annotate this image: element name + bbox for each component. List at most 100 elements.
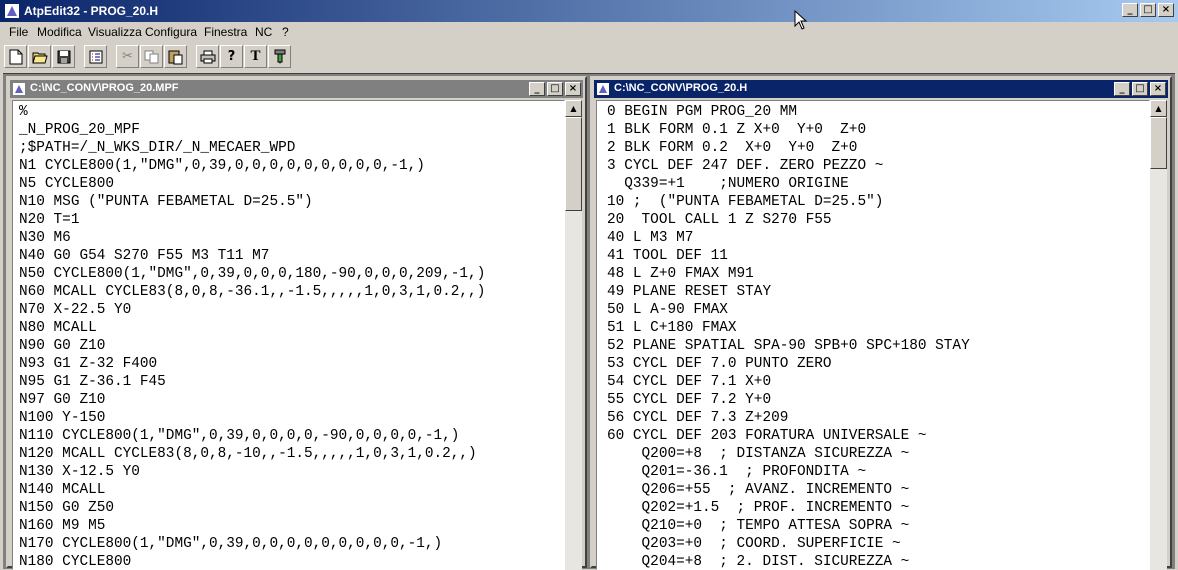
- code-line[interactable]: Q200=+8 ; DISTANZA SICUREZZA ~: [607, 445, 1149, 463]
- code-line[interactable]: N100 Y-150: [19, 409, 564, 427]
- code-line[interactable]: N1 CYCLE800(1,"DMG",0,39,0,0,0,0,0,0,0,0…: [19, 157, 564, 175]
- code-line[interactable]: 41 TOOL DEF 11: [607, 247, 1149, 265]
- code-line[interactable]: N60 MCALL CYCLE83(8,0,8,-36.1,,-1.5,,,,,…: [19, 283, 564, 301]
- code-line[interactable]: N30 M6: [19, 229, 564, 247]
- editor-title-bar[interactable]: C:\NC_CONV\PROG_20.MPF _ □ ×: [10, 80, 583, 98]
- maximize-button[interactable]: □: [1132, 82, 1148, 96]
- code-line[interactable]: N10 MSG ("PUNTA FEBAMETAL D=25.5"): [19, 193, 564, 211]
- code-editor[interactable]: % _N_PROG_20_MPF ;$PATH=/_N_WKS_DIR/_N_MEC…: [12, 100, 565, 570]
- code-line[interactable]: N90 G0 Z10: [19, 337, 564, 355]
- open-folder-icon[interactable]: [28, 45, 51, 68]
- toolbar: ✂ ? T: [4, 45, 292, 71]
- close-button[interactable]: ×: [1158, 3, 1174, 17]
- tool-icon[interactable]: [268, 45, 291, 68]
- code-line[interactable]: N160 M9 M5: [19, 517, 564, 535]
- code-line[interactable]: N50 CYCLE800(1,"DMG",0,39,0,0,0,180,-90,…: [19, 265, 564, 283]
- minimize-button[interactable]: _: [1122, 3, 1138, 17]
- menu-help[interactable]: ?: [282, 25, 289, 39]
- code-line[interactable]: 50 L A-90 FMAX: [607, 301, 1149, 319]
- code-line[interactable]: 55 CYCL DEF 7.2 Y+0: [607, 391, 1149, 409]
- code-line[interactable]: N95 G1 Z-36.1 F45: [19, 373, 564, 391]
- code-line[interactable]: 51 L C+180 FMAX: [607, 319, 1149, 337]
- code-line[interactable]: Q210=+0 ; TEMPO ATTESA SOPRA ~: [607, 517, 1149, 535]
- app-title: AtpEdit32 - PROG_20.H: [24, 4, 159, 18]
- code-line[interactable]: N180 CYCLE800: [19, 553, 564, 569]
- code-line[interactable]: 53 CYCL DEF 7.0 PUNTO ZERO: [607, 355, 1149, 373]
- code-line[interactable]: 52 PLANE SPATIAL SPA-90 SPB+0 SPC+180 ST…: [607, 337, 1149, 355]
- code-line[interactable]: N5 CYCLE800: [19, 175, 564, 193]
- code-line[interactable]: 0 BEGIN PGM PROG_20 MM: [607, 103, 1149, 121]
- code-line[interactable]: N110 CYCLE800(1,"DMG",0,39,0,0,0,0,-90,0…: [19, 427, 564, 445]
- code-line[interactable]: 40 L M3 M7: [607, 229, 1149, 247]
- minimize-button[interactable]: _: [1114, 82, 1130, 96]
- code-line[interactable]: N93 G1 Z-32 F400: [19, 355, 564, 373]
- editor-title-bar[interactable]: C:\NC_CONV\PROG_20.H _ □ ×: [594, 80, 1168, 98]
- app-title-bar[interactable]: AtpEdit32 - PROG_20.H _ □ ×: [0, 0, 1178, 22]
- code-line[interactable]: N70 X-22.5 Y0: [19, 301, 564, 319]
- editor-window-mpf[interactable]: C:\NC_CONV\PROG_20.MPF _ □ × % _N_PROG_20…: [6, 76, 587, 570]
- code-line[interactable]: N97 G0 Z10: [19, 391, 564, 409]
- code-line[interactable]: Q203=+0 ; COORD. SUPERFICIE ~: [607, 535, 1149, 553]
- code-line[interactable]: 48 L Z+0 FMAX M91: [607, 265, 1149, 283]
- save-disk-icon[interactable]: [52, 45, 75, 68]
- scroll-thumb[interactable]: [565, 117, 582, 211]
- scroll-up-button[interactable]: ▲: [1150, 100, 1167, 117]
- copy-icon[interactable]: [140, 45, 163, 68]
- code-line[interactable]: 2 BLK FORM 0.2 X+0 Y+0 Z+0: [607, 139, 1149, 157]
- code-line[interactable]: Q206=+55 ; AVANZ. INCREMENTO ~: [607, 481, 1149, 499]
- code-line[interactable]: N40 G0 G54 S270 F55 M3 T11 M7: [19, 247, 564, 265]
- scroll-thumb[interactable]: [1150, 117, 1167, 169]
- maximize-button[interactable]: □: [547, 82, 563, 96]
- vertical-scrollbar[interactable]: ▲: [565, 100, 582, 570]
- menu-configura[interactable]: Configura: [145, 25, 197, 39]
- menu-nc[interactable]: NC: [255, 25, 272, 39]
- code-line[interactable]: 56 CYCL DEF 7.3 Z+209: [607, 409, 1149, 427]
- code-line[interactable]: %: [19, 103, 564, 121]
- code-line[interactable]: 49 PLANE RESET STAY: [607, 283, 1149, 301]
- document-icon: [597, 83, 609, 95]
- code-line[interactable]: N80 MCALL: [19, 319, 564, 337]
- code-line[interactable]: 60 CYCL DEF 203 FORATURA UNIVERSALE ~: [607, 427, 1149, 445]
- code-line[interactable]: N20 T=1: [19, 211, 564, 229]
- list-icon[interactable]: [84, 45, 107, 68]
- maximize-button[interactable]: □: [1140, 3, 1156, 17]
- code-line[interactable]: ;$PATH=/_N_WKS_DIR/_N_MECAER_WPD: [19, 139, 564, 157]
- code-line[interactable]: Q201=-36.1 ; PROFONDITA ~: [607, 463, 1149, 481]
- code-line[interactable]: Q339=+1 ;NUMERO ORIGINE: [607, 175, 1149, 193]
- code-line[interactable]: N150 G0 Z50: [19, 499, 564, 517]
- vertical-scrollbar[interactable]: ▲: [1150, 100, 1167, 570]
- app-icon: [5, 4, 19, 18]
- help-icon[interactable]: ?: [220, 45, 243, 68]
- editor-title: C:\NC_CONV\PROG_20.H: [614, 82, 748, 94]
- code-line[interactable]: N120 MCALL CYCLE83(8,0,8,-10,,-1.5,,,,,1…: [19, 445, 564, 463]
- code-line[interactable]: Q204=+8 ; 2. DIST. SICUREZZA ~: [607, 553, 1149, 569]
- text-tool-button[interactable]: T: [244, 45, 267, 68]
- menu-visualizza[interactable]: Visualizza: [88, 25, 142, 39]
- code-line[interactable]: N140 MCALL: [19, 481, 564, 499]
- document-icon: [13, 83, 25, 95]
- code-line[interactable]: 3 CYCL DEF 247 DEF. ZERO PEZZO ~: [607, 157, 1149, 175]
- menu-finestra[interactable]: Finestra: [204, 25, 247, 39]
- code-line[interactable]: 1 BLK FORM 0.1 Z X+0 Y+0 Z+0: [607, 121, 1149, 139]
- new-document-icon[interactable]: [4, 45, 27, 68]
- code-line[interactable]: N130 X-12.5 Y0: [19, 463, 564, 481]
- code-line[interactable]: 20 TOOL CALL 1 Z S270 F55: [607, 211, 1149, 229]
- menu-modifica[interactable]: Modifica: [37, 25, 82, 39]
- code-line[interactable]: _N_PROG_20_MPF: [19, 121, 564, 139]
- code-line[interactable]: 10 ; ("PUNTA FEBAMETAL D=25.5"): [607, 193, 1149, 211]
- menu-file[interactable]: File: [9, 25, 28, 39]
- close-button[interactable]: ×: [565, 82, 581, 96]
- editor-window-h[interactable]: C:\NC_CONV\PROG_20.H _ □ × 0 BEGIN PGM P…: [590, 76, 1172, 570]
- mouse-cursor-icon: [794, 10, 808, 30]
- menu-bar: File Modifica Visualizza Configura Fines…: [0, 22, 1178, 42]
- minimize-button[interactable]: _: [529, 82, 545, 96]
- printer-icon[interactable]: [196, 45, 219, 68]
- scissors-icon[interactable]: ✂: [116, 45, 139, 68]
- paste-icon[interactable]: [164, 45, 187, 68]
- scroll-up-button[interactable]: ▲: [565, 100, 582, 117]
- code-editor[interactable]: 0 BEGIN PGM PROG_20 MM 1 BLK FORM 0.1 Z X…: [596, 100, 1150, 570]
- close-button[interactable]: ×: [1150, 82, 1166, 96]
- code-line[interactable]: 54 CYCL DEF 7.1 X+0: [607, 373, 1149, 391]
- code-line[interactable]: N170 CYCLE800(1,"DMG",0,39,0,0,0,0,0,0,0…: [19, 535, 564, 553]
- code-line[interactable]: Q202=+1.5 ; PROF. INCREMENTO ~: [607, 499, 1149, 517]
